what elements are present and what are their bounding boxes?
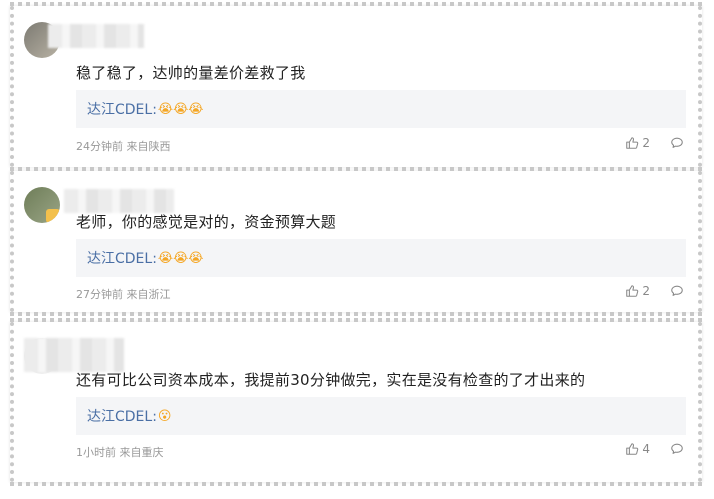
avatar[interactable] [24, 187, 60, 223]
comment-user[interactable] [24, 187, 174, 223]
author-reply[interactable]: 达江CDEL: 😮 [76, 397, 686, 435]
reply-author-name[interactable]: 达江CDEL: [87, 99, 157, 119]
comment-user[interactable] [24, 338, 124, 374]
like-count: 2 [642, 136, 650, 150]
comment-meta: 24分钟前 来自陕西 [76, 140, 171, 153]
comment-actions: 2 [625, 136, 684, 150]
comment-bubble-icon[interactable] [670, 442, 684, 456]
comment-list: 稳了稳了，达帅的量差价差救了我 达江CDEL: 😭😭😭 24分钟前 来自陕西 2 [0, 0, 714, 499]
avatar-badge [46, 209, 60, 223]
comment-bubble-icon[interactable] [670, 136, 684, 150]
thumbs-up-icon [626, 285, 639, 297]
comment-card: 稳了稳了，达帅的量差价差救了我 达江CDEL: 😭😭😭 24分钟前 来自陕西 2 [10, 2, 702, 171]
comment-actions: 2 [625, 284, 684, 298]
thumbs-up-icon [626, 443, 639, 455]
like-button[interactable]: 2 [625, 136, 670, 150]
like-button[interactable]: 2 [625, 284, 670, 298]
comment-card: 老师，你的感觉是对的，资金预算大题 达江CDEL: 😭😭😭 27分钟前 来自浙江… [10, 167, 702, 316]
thumbs-up-icon [626, 137, 639, 149]
like-button[interactable]: 4 [625, 442, 670, 456]
like-count: 2 [642, 284, 650, 298]
like-count: 4 [642, 442, 650, 456]
author-reply[interactable]: 达江CDEL: 😭😭😭 [76, 239, 686, 277]
reply-emoji: 😭😭😭 [157, 250, 204, 266]
reply-emoji: 😮 [157, 408, 172, 424]
comment-actions: 4 [625, 442, 684, 456]
comment-meta: 1小时前 来自重庆 [76, 446, 164, 459]
username-redacted [48, 24, 144, 48]
username-redacted [64, 189, 174, 213]
comment-meta: 27分钟前 来自浙江 [76, 288, 171, 301]
comment-text: 还有可比公司资本成本，我提前30分钟做完，实在是没有检查的了才出来的 [76, 371, 586, 389]
comment-text: 稳了稳了，达帅的量差价差救了我 [76, 64, 306, 82]
comment-user[interactable] [24, 22, 144, 58]
comment-card: 还有可比公司资本成本，我提前30分钟做完，实在是没有检查的了才出来的 达江CDE… [10, 318, 702, 486]
author-reply[interactable]: 达江CDEL: 😭😭😭 [76, 90, 686, 128]
reply-emoji: 😭😭😭 [157, 101, 204, 117]
username-redacted [24, 338, 124, 372]
reply-author-name[interactable]: 达江CDEL: [87, 248, 157, 268]
comment-text: 老师，你的感觉是对的，资金预算大题 [76, 213, 337, 231]
reply-author-name[interactable]: 达江CDEL: [87, 406, 157, 426]
comment-bubble-icon[interactable] [670, 284, 684, 298]
